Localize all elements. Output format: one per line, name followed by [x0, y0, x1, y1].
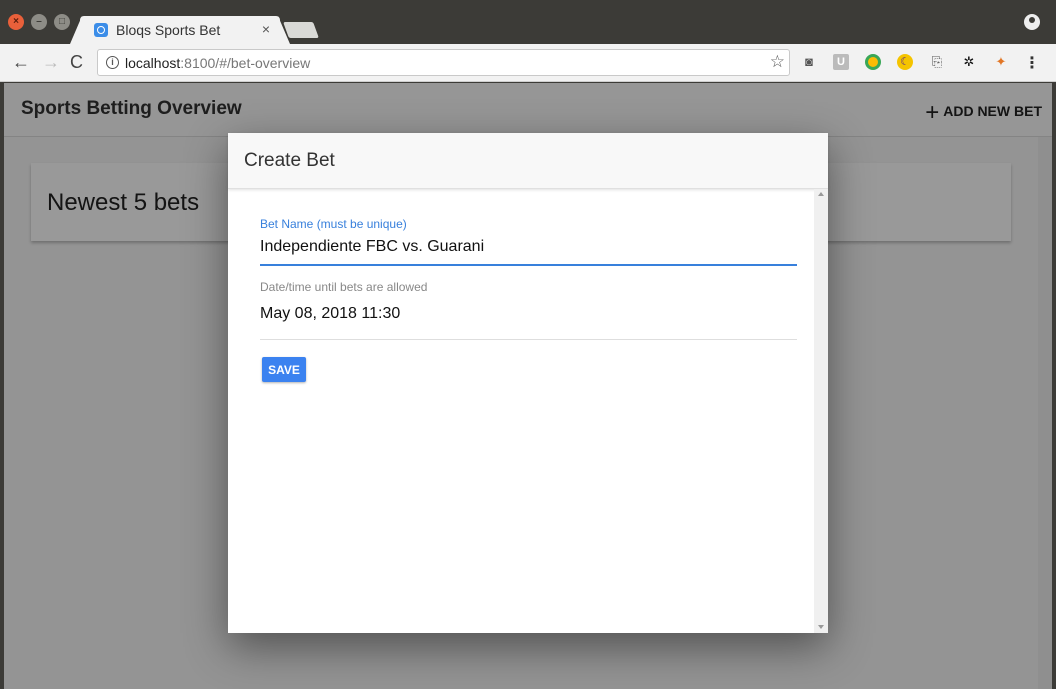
scroll-up-icon[interactable]	[818, 192, 824, 196]
paw-icon[interactable]: ✲	[961, 54, 977, 70]
colorful-circle-icon[interactable]	[865, 54, 881, 70]
window-maximize-button[interactable]: □	[54, 14, 70, 30]
scroll-down-icon[interactable]	[818, 625, 824, 629]
modal-scrollbar[interactable]	[814, 189, 828, 633]
address-bar[interactable]: i localhost:8100/#/bet-overview ☆	[97, 49, 790, 76]
deadline-datetime-field[interactable]: May 08, 2018 11:30	[260, 305, 797, 340]
url-host: localhost	[125, 55, 181, 71]
bet-name-label: Bet Name (must be unique)	[260, 217, 407, 231]
browser-toolbar: ← → C i localhost:8100/#/bet-overview ☆ …	[0, 44, 1056, 82]
browser-menu-icon[interactable]: ⋮	[1024, 53, 1040, 73]
window-close-button[interactable]: ×	[8, 14, 24, 30]
card-icon[interactable]: ⎘	[929, 54, 945, 70]
back-button[interactable]: ←	[12, 52, 30, 72]
tab-close-icon[interactable]: ×	[262, 21, 270, 37]
modal-title: Create Bet	[244, 150, 335, 171]
u-extension-icon[interactable]: U	[833, 54, 849, 70]
browser-tab[interactable]: Bloqs Sports Bet ×	[70, 16, 290, 44]
tab-title: Bloqs Sports Bet	[116, 22, 221, 38]
modal-header: Create Bet	[228, 133, 828, 189]
window-minimize-button[interactable]: –	[31, 14, 47, 30]
deadline-label: Date/time until bets are allowed	[260, 280, 428, 294]
profile-icon[interactable]	[1024, 14, 1040, 30]
moon-icon[interactable]: ☾	[897, 54, 913, 70]
bet-name-input[interactable]	[260, 236, 797, 266]
info-icon[interactable]: i	[106, 56, 119, 69]
window-titlebar: × – □ Bloqs Sports Bet ×	[0, 0, 1056, 44]
url-text: localhost:8100/#/bet-overview	[125, 55, 310, 71]
save-button[interactable]: SAVE	[262, 357, 306, 382]
favicon-icon	[94, 23, 108, 37]
new-tab-button[interactable]	[283, 22, 319, 38]
url-path: :8100/#/bet-overview	[180, 55, 311, 71]
camera-icon[interactable]: ◙	[801, 54, 817, 70]
forward-button[interactable]: →	[42, 52, 60, 72]
reload-button[interactable]: C	[70, 52, 83, 72]
bookmark-star-icon[interactable]: ☆	[770, 52, 785, 72]
create-bet-modal: Create Bet Bet Name (must be unique) Dat…	[228, 133, 828, 633]
fox-icon[interactable]: ✦	[993, 54, 1009, 70]
